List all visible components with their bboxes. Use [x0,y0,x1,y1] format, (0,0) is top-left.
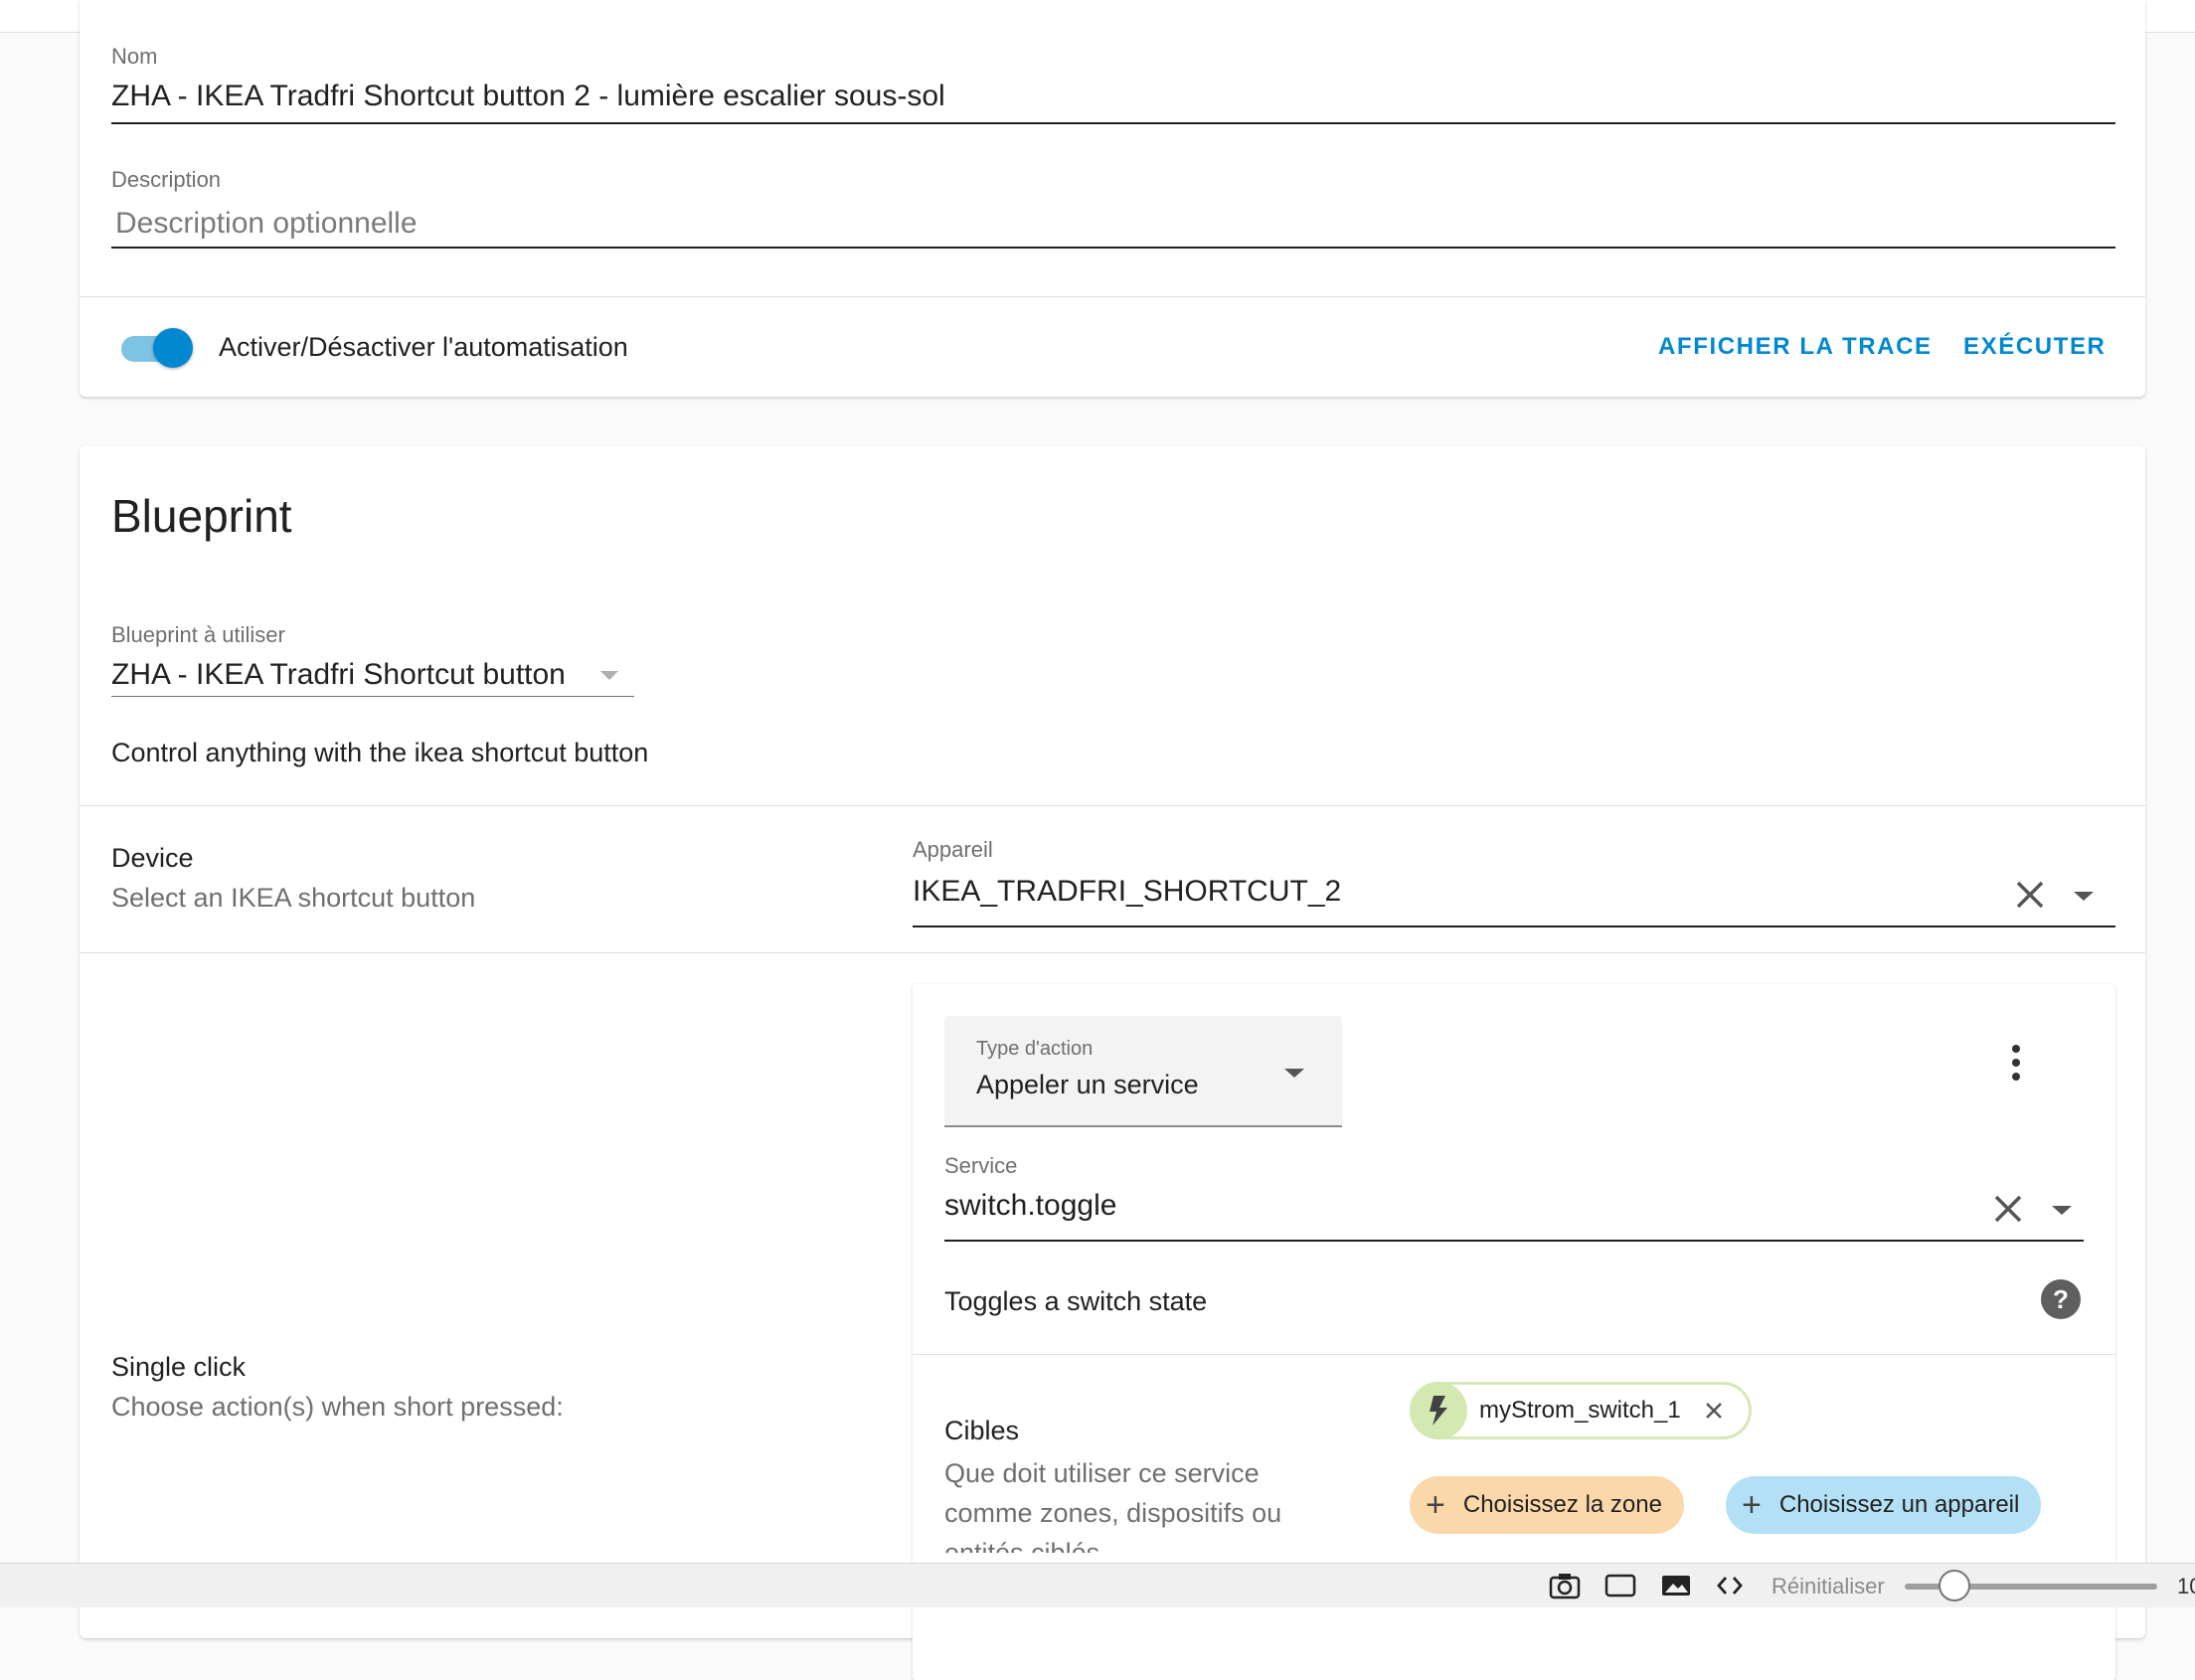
lightning-icon [1410,1382,1467,1439]
service-dropdown-arrow-icon[interactable] [2050,1203,2074,1217]
device-clear-close-icon[interactable] [2014,879,2046,911]
image-icon[interactable] [1660,1572,1692,1599]
plus-icon: + [1742,1486,1762,1524]
blueprint-select[interactable]: ZHA - IKEA Tradfri Shortcut button [111,658,566,692]
svg-text:?: ? [2053,1284,2069,1314]
code-icon[interactable] [1716,1572,1744,1599]
blueprint-card: Blueprint Blueprint à utiliser ZHA - IKE… [80,445,2145,1680]
device-subtitle: Select an IKEA shortcut button [111,883,476,913]
zoom-slider-thumb[interactable] [1939,1570,1970,1601]
name-input[interactable]: ZHA - IKEA Tradfri Shortcut button 2 - l… [111,80,945,113]
automation-settings-card: Nom ZHA - IKEA Tradfri Shortcut button 2… [80,0,2145,397]
divider [80,952,2145,953]
targets-description: Que doit utiliser ce service comme zones… [944,1458,1282,1553]
divider [80,296,2145,297]
action-type-dropdown-arrow-icon[interactable] [1282,1066,1306,1080]
blueprint-description: Control anything with the ikea shortcut … [111,738,649,767]
choose-area-button[interactable]: + Choisissez la zone [1410,1476,1684,1534]
blueprint-dropdown-arrow-icon[interactable] [598,668,620,682]
camera-icon[interactable] [1549,1572,1581,1599]
automation-toggle-knob[interactable] [153,328,193,368]
plus-icon: + [1426,1486,1445,1524]
divider [80,805,2145,806]
more-vert-icon[interactable] [2010,1044,2022,1082]
choose-area-label: Choisissez la zone [1462,1491,1662,1518]
show-trace-button[interactable]: AFFICHER LA TRACE [1658,333,1933,361]
service-clear-close-icon[interactable] [1992,1193,2024,1225]
blueprint-select-label: Blueprint à utiliser [111,622,285,647]
name-underline [111,122,2115,124]
service-description: Toggles a switch state [944,1286,1208,1316]
single-click-title: Single click [111,1352,247,1382]
description-label: Description [111,167,222,192]
targets-title: Cibles [944,1416,1020,1445]
zoom-value: 10 [2177,1574,2195,1598]
reset-button[interactable]: Réinitialiser [1772,1574,1885,1599]
toggle-label: Activer/Désactiver l'automatisation [219,332,628,362]
description-input[interactable]: Description optionnelle [115,207,418,241]
device-field-label: Appareil [913,837,993,862]
entity-chip[interactable]: myStrom_switch_1 [1410,1382,1752,1439]
single-click-subtitle: Choose action(s) when short pressed: [111,1392,564,1422]
service-label: Service [944,1153,1018,1178]
divider [913,1354,2115,1355]
service-field-underline [944,1240,2084,1242]
device-field-underline [913,925,2115,927]
run-button[interactable]: EXÉCUTER [1963,333,2107,361]
device-field[interactable]: IKEA_TRADFRI_SHORTCUT_2 [913,875,1341,909]
action-type-value: Appeler un service [976,1070,1199,1099]
rectangle-icon[interactable] [1604,1572,1636,1599]
blueprint-title: Blueprint [111,490,292,542]
blueprint-select-underline [111,696,634,697]
device-title: Device [111,843,194,873]
action-type-select[interactable]: Type d'action Appeler un service [944,1016,1342,1127]
choose-device-label: Choisissez un appareil [1778,1491,2020,1518]
choose-device-button[interactable]: + Choisissez un appareil [1726,1476,2042,1534]
action-type-label: Type d'action [976,1038,1094,1060]
service-field[interactable]: switch.toggle [944,1189,1116,1223]
device-dropdown-arrow-icon[interactable] [2072,889,2096,903]
entity-chip-label: myStrom_switch_1 [1479,1397,1681,1424]
description-underline [111,247,2115,249]
name-label: Nom [111,44,158,69]
help-icon[interactable]: ? [2040,1278,2082,1320]
chip-remove-close-icon[interactable] [1705,1402,1723,1420]
viewer-status-bar: Réinitialiser 10 [0,1563,2195,1607]
